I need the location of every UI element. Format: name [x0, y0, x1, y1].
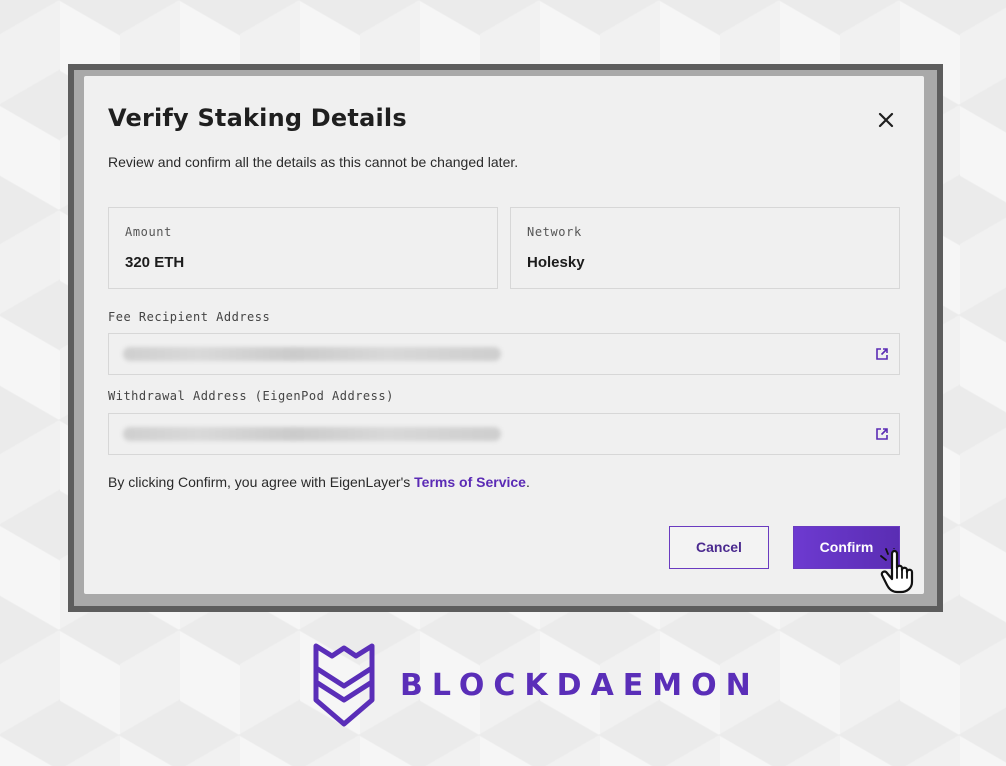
withdrawal-address-redacted [123, 427, 501, 441]
network-box: Network Holesky [510, 207, 900, 289]
verify-staking-modal: Verify Staking Details Review and confir… [84, 76, 924, 594]
hand-cursor-icon [880, 548, 914, 594]
network-label: Network [527, 225, 582, 239]
amount-box: Amount 320 ETH [108, 207, 498, 289]
amount-label: Amount [125, 225, 172, 239]
external-link-icon [876, 348, 888, 360]
fee-recipient-link-button[interactable] [875, 347, 889, 361]
terms-prefix: By clicking Confirm, you agree with Eige… [108, 474, 415, 490]
modal-subtitle: Review and confirm all the details as th… [108, 154, 519, 170]
blockdaemon-wordmark: BLOCKDAEMON [400, 668, 760, 703]
blockdaemon-logo-icon [313, 643, 375, 727]
terms-suffix: . [525, 474, 530, 490]
withdrawal-field [108, 413, 900, 455]
cancel-button[interactable]: Cancel [669, 526, 769, 569]
close-icon [878, 112, 894, 128]
terms-of-service-link[interactable]: Terms of Service [414, 474, 526, 490]
background-page-text [224, 600, 824, 606]
background-page-text [224, 70, 824, 74]
external-link-icon [876, 428, 888, 440]
network-value: Holesky [527, 254, 585, 271]
withdrawal-link-button[interactable] [875, 427, 889, 441]
terms-text: By clicking Confirm, you agree with Eige… [108, 474, 530, 490]
withdrawal-label: Withdrawal Address (EigenPod Address) [108, 389, 394, 403]
fee-recipient-label: Fee Recipient Address [108, 310, 271, 324]
amount-value: 320 ETH [125, 254, 185, 271]
fee-recipient-field [108, 333, 900, 375]
modal-title: Verify Staking Details [108, 104, 407, 132]
blockdaemon-logo: BLOCKDAEMON [312, 642, 751, 728]
close-button[interactable] [874, 108, 898, 132]
fee-recipient-address-redacted [123, 347, 501, 361]
